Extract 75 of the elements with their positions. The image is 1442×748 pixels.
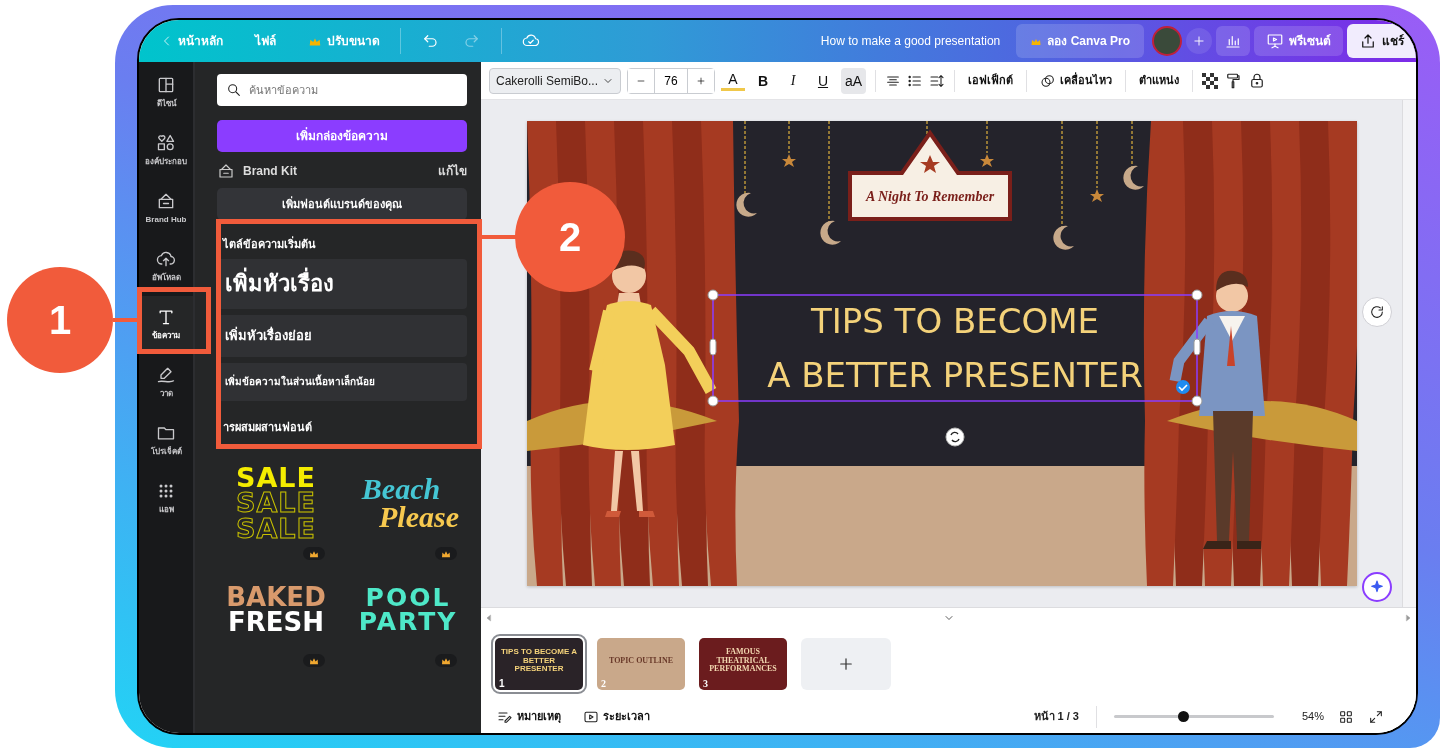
vertical-scrollbar[interactable] <box>1402 100 1416 607</box>
design-title[interactable]: How to make a good presentation <box>820 32 1001 50</box>
transparency-icon[interactable] <box>1202 72 1219 89</box>
fullscreen-icon <box>1368 708 1384 725</box>
thumbnail-title: FAMOUS THEATRICAL PERFORMANCES <box>708 648 778 674</box>
comment-button[interactable] <box>1362 297 1392 327</box>
paint-roller-icon <box>1224 71 1243 90</box>
present-button[interactable]: พรีเซนต์ <box>1254 26 1343 56</box>
italic-button[interactable]: I <box>781 67 805 94</box>
callout-marker: 1 <box>7 267 113 373</box>
zoom-level: 54% <box>1301 709 1324 725</box>
sidebar-tab[interactable]: แอพ <box>139 470 193 526</box>
effects-button[interactable]: เอฟเฟ็กต์ <box>964 70 1018 91</box>
share-button[interactable]: แชร์ <box>1347 24 1416 58</box>
scroll-left-icon <box>485 614 493 622</box>
font-combination-preview[interactable]: BAKED FRESH <box>217 570 335 650</box>
sidebar-tab[interactable]: อัพโหลด <box>139 238 193 294</box>
edit-link[interactable]: แก้ไข <box>438 162 467 180</box>
redo-icon <box>463 32 481 50</box>
add-textbox-button[interactable]: เพิ่มกล่องข้อความ <box>217 120 467 152</box>
search-field[interactable]: ค้นหาข้อความ <box>217 74 467 106</box>
overlapping-circles-icon <box>1040 72 1057 89</box>
selection-frame[interactable] <box>707 289 1202 407</box>
underline-button[interactable]: U <box>811 67 835 94</box>
thumbnail-title: TOPIC OUTLINE <box>608 656 674 666</box>
line-spacing-icon <box>929 72 946 89</box>
font-combination-preview[interactable]: Beach Please <box>349 463 467 543</box>
add-brand-font-button[interactable]: เพิ่มฟอนต์แบรนด์ของคุณ <box>217 188 467 220</box>
page-indicator: หน้า 1 / 3 <box>1033 709 1079 725</box>
magic-button[interactable] <box>1362 572 1392 602</box>
sidebar-tab[interactable]: ดีไซน์ <box>139 64 193 120</box>
search-icon <box>226 82 242 98</box>
rotate-handle-icon[interactable] <box>945 427 964 447</box>
slide-thumbnail[interactable]: FAMOUS THEATRICAL PERFORMANCES 3 <box>699 638 787 690</box>
undo-icon <box>421 32 439 50</box>
section-heading: ารผสมผสานฟอนต์ <box>223 419 313 435</box>
sidebar-tab[interactable]: องค์ประกอบ <box>139 122 193 178</box>
plus-icon <box>837 655 855 673</box>
brand-kit-label: Brand Kit <box>243 163 297 180</box>
page-number: 1 <box>499 678 505 689</box>
presentation-screen-icon <box>1266 32 1284 50</box>
bold-button[interactable]: B <box>751 67 775 94</box>
sidebar-tab[interactable]: วาด <box>139 354 193 410</box>
font-dropdown[interactable]: Cakerolli SemiBo... <box>489 67 621 94</box>
sparkle-icon <box>1369 579 1385 595</box>
case-button[interactable]: aA <box>841 67 867 94</box>
font-size-stepper[interactable]: 76 <box>627 67 715 94</box>
font-size-field[interactable]: 76 <box>654 68 688 93</box>
slider-thumb[interactable] <box>1177 711 1189 722</box>
thumbnail-title: TIPS TO BECOME A BETTER PRESENTER <box>500 648 578 674</box>
notes-button[interactable]: หมายเหตุ <box>493 706 565 727</box>
font-combination-preview[interactable]: POOL PARTY <box>349 570 467 650</box>
try-pro-button[interactable]: ลอง Canva Pro <box>1016 24 1144 58</box>
avatar[interactable] <box>1152 26 1182 56</box>
font-combination-preview[interactable]: SALE SALE SALE <box>217 463 335 543</box>
insights-button[interactable] <box>1216 26 1250 56</box>
sidebar-tab[interactable]: โปรเจ็คต์ <box>139 412 193 468</box>
sidebar-tab[interactable]: Brand Hub <box>139 180 193 236</box>
slide-thumbnail[interactable]: TOPIC OUTLINE 2 <box>597 638 685 690</box>
page-number: 2 <box>601 678 606 689</box>
upload-share-icon <box>1359 32 1377 50</box>
grid-view-icon <box>1338 708 1354 725</box>
sign-text: A Night To Remember <box>865 189 994 204</box>
shapes-icon <box>156 132 176 153</box>
text-color-button[interactable]: A <box>721 70 745 91</box>
plus-icon <box>696 75 706 86</box>
timer-button[interactable]: ระยะเวลา <box>579 706 654 727</box>
plus-icon <box>1192 34 1206 48</box>
scroll-right-icon <box>1404 614 1412 622</box>
add-collaborator-button[interactable] <box>1186 28 1212 54</box>
check-badge-icon <box>1175 380 1190 394</box>
page-number: 3 <box>703 678 708 689</box>
section-heading: ไตล์ข้อความเริ่มต้น <box>223 236 317 252</box>
position-button[interactable]: ตำแหน่ง <box>1135 70 1184 91</box>
animate-button[interactable]: เคลื่อนไหว <box>1036 70 1117 91</box>
